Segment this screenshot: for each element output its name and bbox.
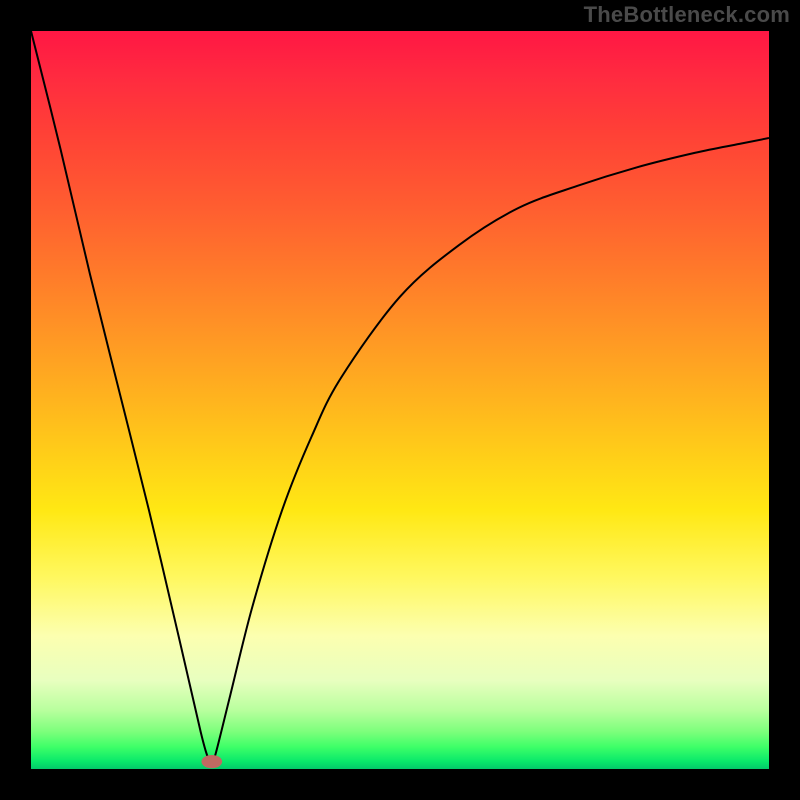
watermark-text: TheBottleneck.com	[584, 2, 790, 28]
curve-layer	[31, 31, 769, 769]
chart-frame: TheBottleneck.com	[0, 0, 800, 800]
bottleneck-curve	[31, 31, 769, 762]
plot-area	[31, 31, 769, 769]
min-marker	[201, 755, 222, 768]
